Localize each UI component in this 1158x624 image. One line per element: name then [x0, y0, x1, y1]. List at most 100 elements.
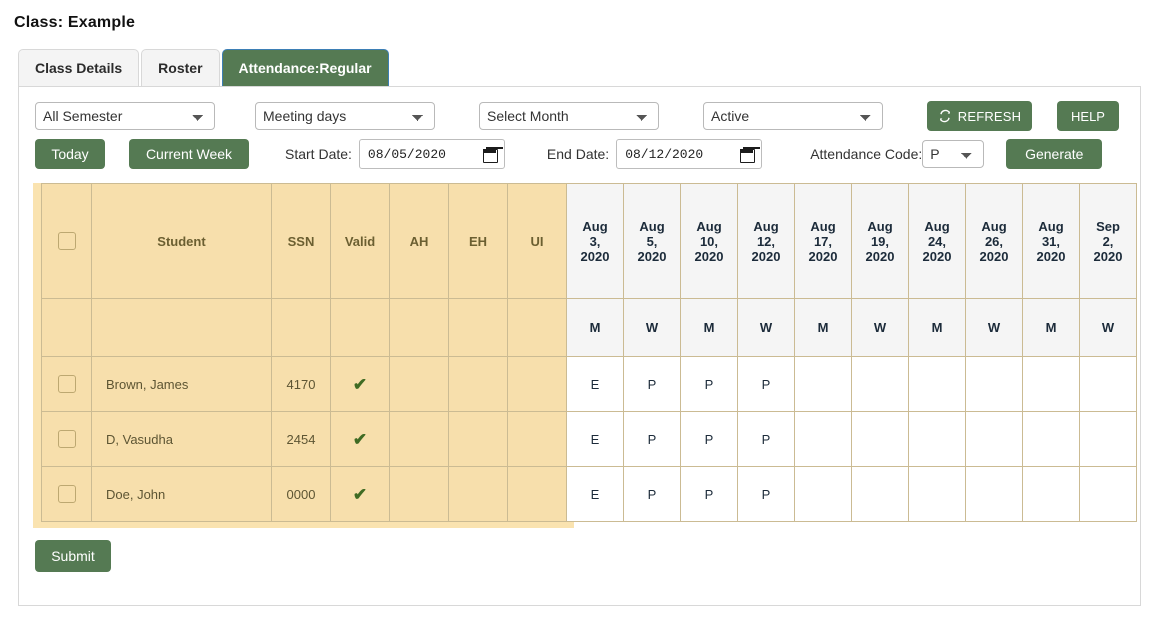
- tab-roster[interactable]: Roster: [141, 49, 220, 86]
- attendance-code-select[interactable]: P: [922, 140, 985, 168]
- attendance-cell[interactable]: [794, 356, 852, 412]
- meeting-days-select[interactable]: Meeting days: [255, 102, 435, 130]
- attendance-cell[interactable]: [1022, 356, 1080, 412]
- start-date-value: 08/05/2020: [367, 146, 446, 162]
- select-all-checkbox[interactable]: [57, 232, 76, 250]
- attendance-cell[interactable]: P: [623, 466, 681, 522]
- date-part-month: Sep: [1096, 218, 1120, 234]
- attendance-cell[interactable]: [851, 466, 909, 522]
- attendance-cell[interactable]: P: [737, 356, 795, 412]
- attendance-cell[interactable]: P: [737, 466, 795, 522]
- attendance-cell[interactable]: E: [566, 466, 624, 522]
- date-part-day: 26,: [984, 233, 1004, 249]
- header-valid[interactable]: Valid: [330, 183, 390, 299]
- header-eh[interactable]: EH: [448, 183, 508, 299]
- row-select-checkbox[interactable]: [57, 430, 76, 448]
- attendance-cell[interactable]: [794, 411, 852, 467]
- today-button[interactable]: Today: [35, 139, 105, 169]
- current-week-button[interactable]: Current Week: [129, 139, 249, 169]
- header-student[interactable]: Student: [91, 183, 272, 299]
- row-select-checkbox[interactable]: [57, 485, 76, 503]
- calendar-icon[interactable]: [740, 147, 756, 163]
- status-select[interactable]: Active: [703, 102, 883, 130]
- date-column-header[interactable]: Aug 10, 2020: [680, 183, 738, 299]
- date-part-day: 12,: [756, 233, 776, 249]
- cell-ssn: 0000: [271, 466, 331, 522]
- weekday-spacer-student: [91, 298, 272, 357]
- attendance-cell[interactable]: [908, 356, 966, 412]
- date-part-year: 2020: [1093, 248, 1123, 264]
- attendance-table: Student SSN Valid AH EH UI Aug 3, 2020 Aug 5…: [41, 183, 1137, 522]
- attendance-cell[interactable]: P: [623, 411, 681, 467]
- date-column-header[interactable]: Sep 2, 2020: [1079, 183, 1137, 299]
- cell-valid: ✔: [330, 411, 390, 467]
- attendance-cell[interactable]: [965, 356, 1023, 412]
- cell-ui: [507, 411, 567, 467]
- weekday-spacer-eh: [448, 298, 508, 357]
- attendance-cell[interactable]: P: [680, 466, 738, 522]
- end-date-input[interactable]: 08/12/2020: [616, 139, 763, 169]
- attendance-cell[interactable]: [1022, 466, 1080, 522]
- attendance-cell[interactable]: [965, 466, 1023, 522]
- select-all-header: [41, 183, 92, 299]
- attendance-cell[interactable]: E: [566, 356, 624, 412]
- start-date-input[interactable]: 08/05/2020: [358, 139, 505, 169]
- attendance-cell[interactable]: P: [680, 411, 738, 467]
- date-column-header[interactable]: Aug 24, 2020: [908, 183, 966, 299]
- tab-attendance-regular[interactable]: Attendance:Regular: [221, 49, 389, 86]
- calendar-icon[interactable]: [482, 147, 498, 163]
- date-part-month: Aug: [810, 218, 836, 234]
- date-column-header[interactable]: Aug 3, 2020: [566, 183, 624, 299]
- row-select-cell: [41, 356, 92, 412]
- date-column-header[interactable]: Aug 31, 2020: [1022, 183, 1080, 299]
- date-part-month: Aug: [582, 218, 608, 234]
- attendance-cell[interactable]: [794, 466, 852, 522]
- date-column-header[interactable]: Aug 19, 2020: [851, 183, 909, 299]
- cell-ah: [389, 356, 449, 412]
- attendance-cell[interactable]: [1079, 466, 1137, 522]
- date-column-header[interactable]: Aug 17, 2020: [794, 183, 852, 299]
- row-select-checkbox[interactable]: [57, 375, 76, 393]
- table-row: Brown, James 4170 ✔ E P P P: [41, 356, 1137, 412]
- attendance-cell[interactable]: E: [566, 411, 624, 467]
- submit-button[interactable]: Submit: [35, 540, 111, 572]
- attendance-cell[interactable]: P: [737, 411, 795, 467]
- attendance-cell[interactable]: P: [623, 356, 681, 412]
- weekday-spacer-ah: [389, 298, 449, 357]
- date-part-day: 3,: [589, 233, 601, 249]
- weekday-header: W: [965, 298, 1023, 357]
- date-column-header[interactable]: Aug 12, 2020: [737, 183, 795, 299]
- attendance-cell[interactable]: [1022, 411, 1080, 467]
- cell-eh: [448, 411, 508, 467]
- refresh-button[interactable]: REFRESH: [927, 101, 1032, 131]
- attendance-cell[interactable]: [908, 411, 966, 467]
- attendance-cell[interactable]: [851, 411, 909, 467]
- attendance-cell[interactable]: [908, 466, 966, 522]
- date-column-header[interactable]: Aug 26, 2020: [965, 183, 1023, 299]
- cell-student: Brown, James: [91, 356, 272, 412]
- date-part-year: 2020: [580, 248, 610, 264]
- attendance-cell[interactable]: [965, 411, 1023, 467]
- refresh-icon: [938, 109, 952, 123]
- date-part-month: Aug: [981, 218, 1007, 234]
- weekday-header: M: [680, 298, 738, 357]
- cell-ssn: 2454: [271, 411, 331, 467]
- date-column-header[interactable]: Aug 5, 2020: [623, 183, 681, 299]
- attendance-cell[interactable]: [1079, 411, 1137, 467]
- header-ssn[interactable]: SSN: [271, 183, 331, 299]
- semester-select[interactable]: All Semester: [35, 102, 215, 130]
- header-ui[interactable]: UI: [507, 183, 567, 299]
- month-select[interactable]: Select Month: [479, 102, 659, 130]
- generate-button[interactable]: Generate: [1006, 139, 1103, 169]
- header-ah[interactable]: AH: [389, 183, 449, 299]
- help-button[interactable]: HELP: [1057, 101, 1119, 131]
- date-part-month: Aug: [696, 218, 722, 234]
- attendance-cell[interactable]: [851, 356, 909, 412]
- attendance-cell[interactable]: [1079, 356, 1137, 412]
- date-part-year: 2020: [751, 248, 781, 264]
- attendance-table-area: Student SSN Valid AH EH UI Aug 3, 2020 Aug 5…: [33, 183, 1140, 528]
- attendance-cell[interactable]: P: [680, 356, 738, 412]
- attendance-code-label: Attendance Code:: [810, 146, 923, 162]
- tab-class-details[interactable]: Class Details: [18, 49, 140, 86]
- date-part-day: 19,: [870, 233, 890, 249]
